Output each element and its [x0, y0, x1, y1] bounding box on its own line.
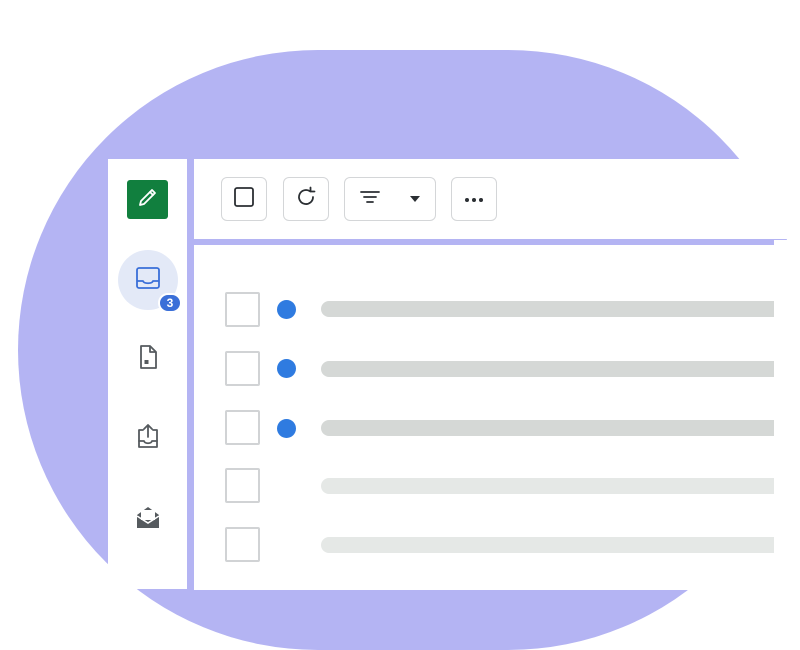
row-checkbox[interactable] — [225, 468, 260, 503]
message-placeholder — [321, 478, 774, 494]
message-placeholder — [321, 537, 774, 553]
caret-down-icon — [409, 190, 421, 208]
row-checkbox[interactable] — [225, 410, 260, 445]
row-checkbox[interactable] — [225, 292, 260, 327]
ellipsis-icon — [464, 190, 484, 208]
sidebar-divider — [187, 159, 194, 589]
select-all-button[interactable] — [221, 177, 267, 221]
message-placeholder — [321, 420, 774, 436]
inbox-tray-icon — [134, 264, 162, 297]
message-placeholder — [321, 301, 774, 317]
document-icon — [136, 344, 160, 375]
pencil-icon — [136, 185, 160, 214]
compose-button[interactable] — [127, 180, 168, 219]
unread-indicator — [277, 300, 296, 319]
checkbox-icon — [233, 186, 255, 213]
unread-indicator — [277, 359, 296, 378]
refresh-icon — [294, 185, 318, 214]
sidebar-item-archive[interactable] — [133, 504, 163, 534]
row-checkbox[interactable] — [225, 527, 260, 562]
upload-tray-icon — [135, 422, 161, 455]
filter-icon — [359, 187, 381, 212]
message-placeholder — [321, 361, 774, 377]
right-edge-mask — [774, 240, 800, 584]
refresh-button[interactable] — [283, 177, 329, 221]
row-checkbox[interactable] — [225, 351, 260, 386]
unread-indicator — [277, 419, 296, 438]
open-envelope-icon — [134, 503, 162, 536]
inbox-unread-badge: 3 — [158, 293, 182, 313]
more-options-button[interactable] — [451, 177, 497, 221]
filter-dropdown[interactable] — [344, 177, 436, 221]
sidebar-item-sent[interactable] — [133, 423, 163, 453]
sidebar-item-drafts[interactable] — [133, 344, 163, 374]
